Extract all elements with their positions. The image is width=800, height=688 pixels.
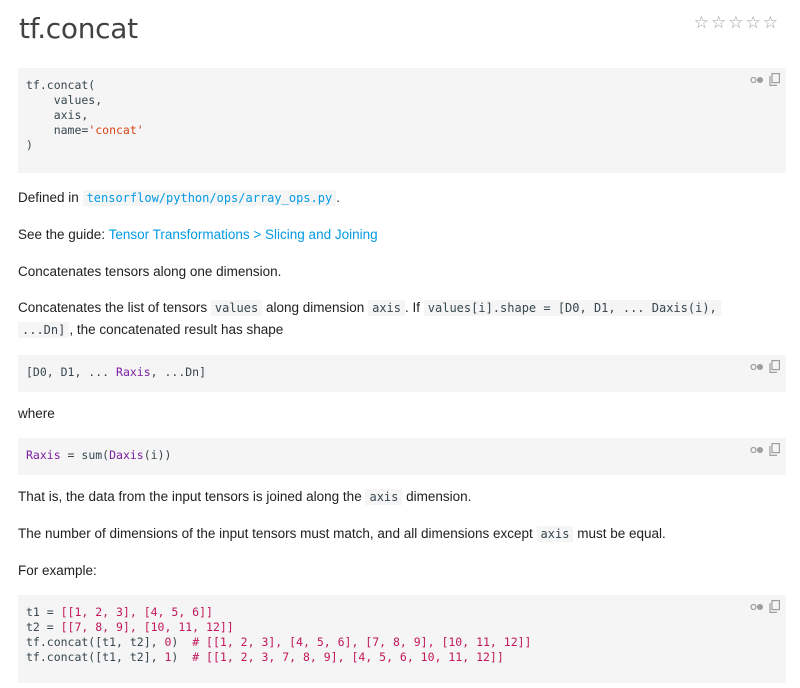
page-title: tf.concat — [19, 12, 138, 45]
code-tools — [750, 73, 780, 86]
raxis-code-block: Raxis = sum(Daxis(i)) — [18, 438, 786, 475]
star-icon[interactable]: ☆ — [694, 14, 709, 31]
code-text: tf.concat([t1, t2], — [26, 650, 165, 664]
code-text: ) — [171, 635, 193, 649]
toggle-theme-icon[interactable] — [750, 75, 764, 85]
toggle-theme-icon[interactable] — [750, 602, 764, 612]
code-var: Raxis — [116, 365, 151, 379]
code-text: [D0, D1, ... — [26, 365, 117, 379]
where-text: where — [18, 406, 55, 421]
star-icon[interactable]: ☆ — [763, 14, 778, 31]
code-tools — [750, 360, 780, 373]
desc-text: along dimension — [266, 300, 365, 315]
title-row: tf.concat ☆ ☆ ☆ ☆ ☆ — [18, 0, 786, 62]
code-line: ) — [26, 138, 33, 152]
desc-text: . If — [405, 300, 421, 315]
inline-code: axis — [536, 526, 574, 542]
rating-stars[interactable]: ☆ ☆ ☆ ☆ ☆ — [694, 14, 778, 31]
inline-code: values[i].shape = [D0, D1, ... Daxis(i), — [423, 300, 721, 316]
copy-icon[interactable] — [769, 443, 780, 456]
code-tools — [750, 443, 780, 456]
code-line: axis, — [26, 108, 89, 122]
code-literal: [[1, 2, 3], [4, 5, 6]] — [60, 605, 213, 619]
see-guide: See the guide: Tensor Transformations > … — [18, 225, 786, 245]
toggle-theme-icon[interactable] — [750, 362, 764, 372]
summary-text: Concatenates tensors along one dimension… — [18, 264, 282, 279]
defined-in: Defined in tensorflow/python/ops/array_o… — [18, 188, 786, 208]
code-text: tf.concat([t1, t2], — [26, 635, 165, 649]
signature-code-block: tf.concat( values, axis, name='concat' ) — [18, 68, 786, 173]
example-label: For example: — [18, 563, 97, 578]
code-var: Raxis — [26, 448, 61, 462]
guide-link[interactable]: Tensor Transformations > Slicing and Joi… — [109, 227, 378, 242]
defined-prefix: Defined in — [18, 190, 79, 205]
copy-icon[interactable] — [769, 600, 780, 613]
code-text: ) — [171, 650, 193, 664]
code-text: t2 = — [26, 620, 61, 634]
code-comment: # [[1, 2, 3, 7, 8, 9], [4, 5, 6, 10, 11,… — [192, 650, 504, 664]
inline-code: axis — [368, 300, 405, 316]
star-icon[interactable]: ☆ — [746, 14, 761, 31]
code-line: name= — [26, 123, 89, 137]
defined-suffix: . — [336, 190, 340, 205]
code-var: Daxis — [109, 448, 144, 462]
code-line: tf.concat( — [26, 78, 96, 92]
description: Concatenates the list of tensors values … — [18, 297, 786, 341]
code-text: , ...Dn] — [150, 365, 207, 379]
text: dimension. — [406, 489, 472, 504]
inline-code: values — [210, 300, 263, 316]
code-text: t1 = — [26, 605, 61, 619]
joined-text: That is, the data from the input tensors… — [18, 487, 786, 507]
shape-code-block: [D0, D1, ... Raxis, ...Dn] — [18, 355, 786, 392]
guide-prefix: See the guide: — [18, 227, 106, 242]
inline-code: axis — [365, 489, 403, 505]
code-comment: # [[1, 2, 3], [4, 5, 6], [7, 8, 9], [10,… — [192, 635, 532, 649]
star-icon[interactable]: ☆ — [711, 14, 726, 31]
text: must be equal. — [577, 526, 666, 541]
code-line: values, — [26, 93, 103, 107]
source-file-link[interactable]: tensorflow/python/ops/array_ops.py — [82, 190, 337, 206]
inline-code: ...Dn] — [18, 322, 70, 338]
code-string: 'concat' — [88, 123, 144, 137]
code-text: (i)) — [143, 448, 172, 462]
star-icon[interactable]: ☆ — [728, 14, 743, 31]
toggle-theme-icon[interactable] — [750, 445, 764, 455]
example-code-block: t1 = [[1, 2, 3], [4, 5, 6]] t2 = [[7, 8,… — [18, 595, 786, 683]
desc-text: Concatenates the list of tensors — [18, 300, 208, 315]
desc-text: , the concatenated result has shape — [69, 322, 284, 337]
code-literal: [[7, 8, 9], [10, 11, 12]] — [60, 620, 234, 634]
text: The number of dimensions of the input te… — [18, 526, 533, 541]
code-text: = sum( — [60, 448, 110, 462]
copy-icon[interactable] — [769, 360, 780, 373]
page: tf.concat ☆ ☆ ☆ ☆ ☆ tf.concat( values, a… — [0, 0, 800, 688]
text: That is, the data from the input tensors… — [18, 489, 362, 504]
code-tools — [750, 600, 780, 613]
copy-icon[interactable] — [769, 73, 780, 86]
match-text: The number of dimensions of the input te… — [18, 524, 786, 544]
